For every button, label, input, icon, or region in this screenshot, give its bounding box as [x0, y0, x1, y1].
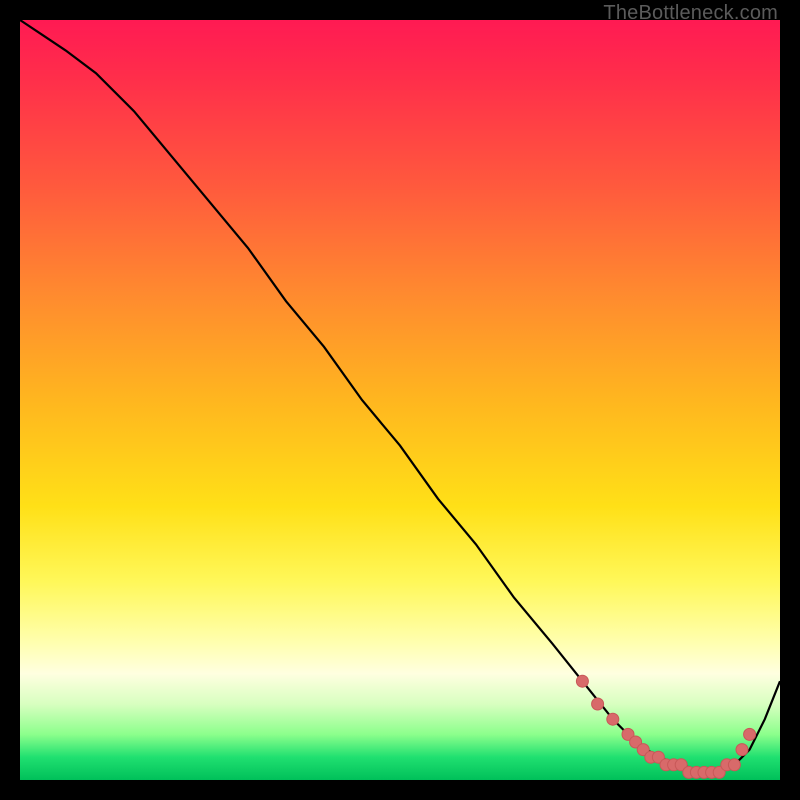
marker-dot: [736, 744, 748, 756]
plot-area: [20, 20, 780, 780]
chart-stage: TheBottleneck.com: [0, 0, 800, 800]
marker-dot: [607, 713, 619, 725]
bottleneck-curve: [20, 20, 780, 772]
marker-group: [576, 675, 755, 778]
marker-dot: [592, 698, 604, 710]
marker-dot: [728, 759, 740, 771]
marker-dot: [576, 675, 588, 687]
curve-layer: [20, 20, 780, 780]
marker-dot: [744, 728, 756, 740]
